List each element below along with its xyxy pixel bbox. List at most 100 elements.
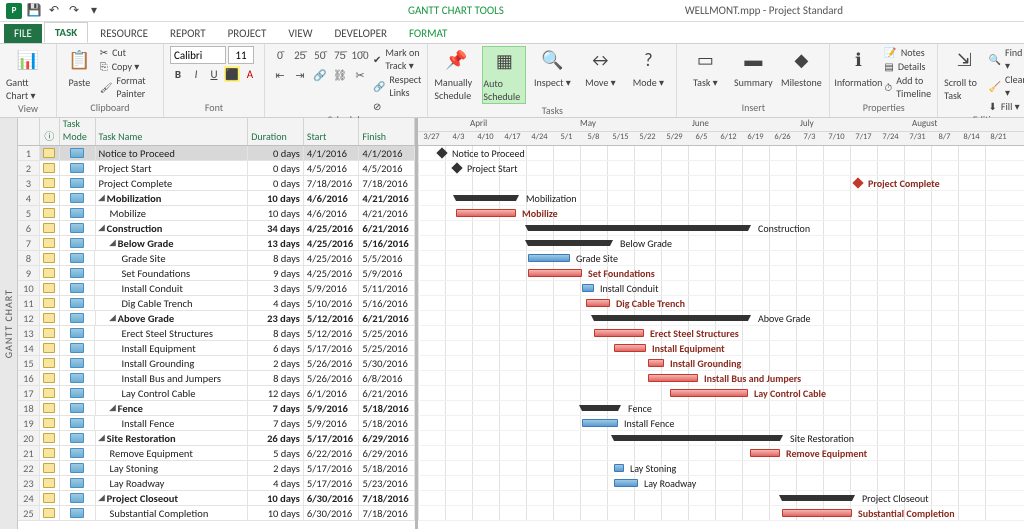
start-cell[interactable]: 5/17/2016 — [304, 461, 360, 475]
task-bar[interactable] — [594, 329, 644, 337]
table-row[interactable]: 1Notice to Proceed0 days4/1/20164/1/2016 — [18, 146, 415, 161]
font-name-input[interactable] — [170, 46, 226, 64]
table-row[interactable]: 6◢Construction34 days4/25/20166/21/2016 — [18, 221, 415, 236]
tab-view[interactable]: VIEW — [278, 24, 322, 43]
start-cell[interactable]: 5/26/2016 — [304, 371, 360, 385]
finish-cell[interactable]: 6/21/2016 — [359, 221, 415, 235]
task-bar[interactable] — [648, 359, 664, 367]
table-row[interactable]: 9Set Foundations9 days4/25/20165/9/2016 — [18, 266, 415, 281]
scroll-to-task-button[interactable]: ⇲Scroll to Task — [944, 46, 984, 102]
add-timeline-button[interactable]: ⏱Add to Timeline — [884, 74, 931, 100]
finish-cell[interactable]: 6/21/2016 — [359, 386, 415, 400]
duration-cell[interactable]: 9 days — [248, 266, 304, 280]
table-row[interactable]: 4◢Mobilization10 days4/6/20164/21/2016 — [18, 191, 415, 206]
details-button[interactable]: ▤Details — [884, 60, 931, 73]
row-number[interactable]: 13 — [18, 326, 40, 340]
redo-icon[interactable]: ↷ — [66, 3, 82, 19]
mode-cell[interactable] — [60, 506, 96, 520]
row-number[interactable]: 12 — [18, 311, 40, 325]
task-name-cell[interactable]: Mobilize — [96, 206, 249, 220]
font-size-input[interactable] — [228, 46, 254, 64]
task-name-cell[interactable]: Install Equipment — [95, 341, 248, 355]
table-row[interactable]: 8Grade Site8 days4/25/20165/5/2016 — [18, 251, 415, 266]
task-name-cell[interactable]: Install Bus and Jumpers — [95, 371, 248, 385]
mode-cell[interactable] — [60, 296, 96, 310]
duration-cell[interactable]: 10 days — [248, 206, 304, 220]
row-number[interactable]: 1 — [18, 146, 40, 160]
fill-button[interactable]: ⬇Fill ▾ — [989, 100, 1024, 113]
indent-button[interactable]: ⇥ — [291, 66, 309, 84]
view-bar[interactable]: GANTT CHART — [0, 118, 18, 529]
fill-color-button[interactable]: ⬛ — [224, 66, 240, 82]
tab-developer[interactable]: DEVELOPER — [324, 24, 396, 43]
underline-button[interactable]: U — [206, 66, 222, 82]
task-name-cell[interactable]: Lay Stoning — [96, 461, 249, 475]
duration-cell[interactable]: 2 days — [248, 356, 304, 370]
task-name-cell[interactable]: Remove Equipment — [96, 446, 249, 460]
outdent-button[interactable]: ⇤ — [271, 66, 289, 84]
duration-cell[interactable]: 23 days — [248, 311, 304, 325]
task-name-cell[interactable]: Substantial Completion — [96, 506, 249, 520]
row-number[interactable]: 19 — [18, 416, 40, 430]
summary-bar[interactable] — [528, 240, 610, 246]
mode-cell[interactable] — [60, 311, 96, 325]
task-bar[interactable] — [782, 509, 852, 517]
task-name-cell[interactable]: ◢Above Grade — [96, 311, 249, 325]
manual-schedule-button[interactable]: 📌 Manually Schedule — [434, 46, 478, 102]
task-name-cell[interactable]: Install Conduit — [95, 281, 248, 295]
tab-project[interactable]: PROJECT — [218, 24, 277, 43]
duration-cell[interactable]: 0 days — [248, 176, 304, 190]
row-number[interactable]: 6 — [18, 221, 40, 235]
find-button[interactable]: 🔍Find ▾ — [989, 46, 1024, 72]
respect-links-button[interactable]: 🔗Respect Links — [373, 73, 421, 99]
task-bar[interactable] — [614, 344, 646, 352]
start-cell[interactable]: 5/9/2016 — [304, 281, 360, 295]
table-row[interactable]: 10Install Conduit3 days5/9/20165/11/2016 — [18, 281, 415, 296]
task-name-cell[interactable]: Notice to Proceed — [96, 146, 249, 160]
mode-cell[interactable] — [60, 161, 96, 175]
finish-cell[interactable]: 5/16/2016 — [359, 296, 415, 310]
table-row[interactable]: 25Substantial Completion10 days6/30/2016… — [18, 506, 415, 521]
start-cell[interactable]: 4/25/2016 — [304, 236, 360, 250]
link-button[interactable]: 🔗 — [311, 66, 329, 84]
table-row[interactable]: 19Install Fence7 days5/9/20165/18/2016 — [18, 416, 415, 431]
row-number[interactable]: 17 — [18, 386, 40, 400]
start-cell[interactable]: 5/17/2016 — [304, 341, 360, 355]
finish-cell[interactable]: 5/25/2016 — [359, 341, 415, 355]
finish-cell[interactable]: 5/18/2016 — [359, 401, 415, 415]
inspect-button[interactable]: 🔍Inspect ▾ — [530, 46, 574, 89]
table-row[interactable]: 20◢Site Restoration26 days5/17/20166/29/… — [18, 431, 415, 446]
mode-cell[interactable] — [60, 146, 96, 160]
inactivate-button[interactable]: ⊘ — [373, 100, 421, 113]
tab-resource[interactable]: RESOURCE — [90, 24, 158, 43]
milestone-marker[interactable] — [436, 147, 447, 158]
mark-on-track-button[interactable]: ✔Mark on Track ▾ — [373, 46, 421, 72]
start-cell[interactable]: 6/30/2016 — [304, 491, 360, 505]
start-cell[interactable]: 4/25/2016 — [304, 221, 360, 235]
gantt-chart[interactable]: AprilMayJuneJulyAugust 3/274/34/104/174/… — [418, 118, 1024, 529]
finish-cell[interactable]: 5/16/2016 — [359, 236, 415, 250]
milestone-marker[interactable] — [451, 162, 462, 173]
split-button[interactable]: ✂ — [351, 66, 369, 84]
task-name-cell[interactable]: Grade Site — [95, 251, 248, 265]
row-number[interactable]: 3 — [18, 176, 40, 190]
copy-button[interactable]: ⎘Copy ▾ — [100, 60, 157, 73]
start-cell[interactable]: 5/10/2016 — [304, 296, 360, 310]
row-number[interactable]: 14 — [18, 341, 40, 355]
start-cell[interactable]: 6/22/2016 — [304, 446, 360, 460]
task-name-cell[interactable]: ◢Project Closeout — [96, 491, 249, 505]
row-number[interactable]: 20 — [18, 431, 40, 445]
summary-bar[interactable] — [594, 315, 748, 321]
row-number[interactable]: 5 — [18, 206, 40, 220]
task-bar[interactable] — [670, 389, 748, 397]
table-row[interactable]: 18◢Fence7 days5/9/20165/18/2016 — [18, 401, 415, 416]
row-number[interactable]: 10 — [18, 281, 40, 295]
row-number[interactable]: 22 — [18, 461, 40, 475]
start-cell[interactable]: 5/9/2016 — [304, 401, 360, 415]
duration-cell[interactable]: 10 days — [248, 491, 304, 505]
start-cell[interactable]: 4/6/2016 — [304, 206, 360, 220]
table-row[interactable]: 16Install Bus and Jumpers8 days5/26/2016… — [18, 371, 415, 386]
task-name-cell[interactable]: ◢Mobilization — [96, 191, 249, 205]
summary-bar[interactable] — [582, 405, 618, 411]
summary-bar[interactable] — [782, 495, 852, 501]
